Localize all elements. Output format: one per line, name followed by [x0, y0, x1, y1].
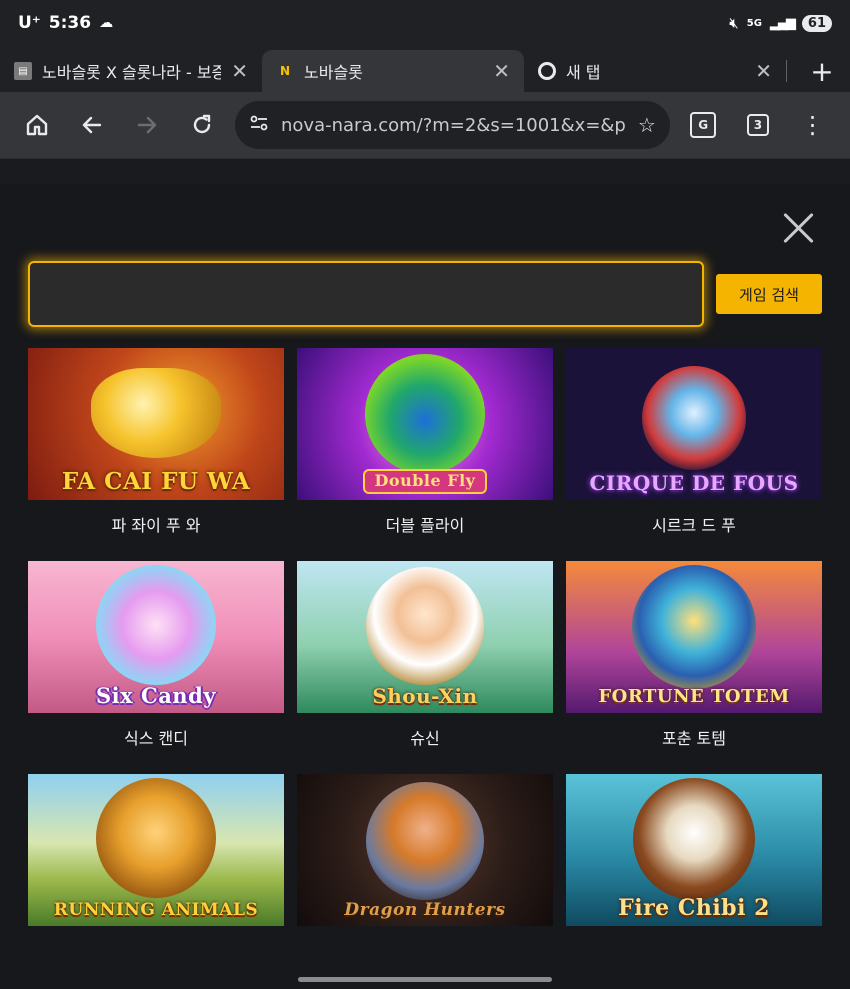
junk-ship-art	[633, 778, 755, 900]
status-right: 🔇︎ 5G ▂▄▆ 61	[729, 14, 832, 32]
slot-machine-icon: ▤	[14, 62, 32, 80]
game-title[interactable]: 시르크 드 푸	[566, 512, 822, 536]
clock: 5:36	[48, 13, 92, 33]
game-logo: CIRQUE DE FOUS	[589, 471, 799, 495]
elder-sage-art	[366, 567, 484, 685]
translate-button[interactable]: G	[676, 97, 731, 153]
mute-icon: 🔇︎	[729, 14, 739, 32]
game-thumbnail[interactable]: CIRQUE DE FOUS	[566, 348, 822, 500]
close-tab-icon[interactable]: ✕	[231, 59, 248, 83]
game-title[interactable]: 식스 캔디	[28, 725, 284, 749]
game-thumbnail[interactable]: FA CAI FU WA	[28, 348, 284, 500]
forward-button[interactable]	[120, 97, 175, 153]
new-tab-button[interactable]: +	[794, 50, 850, 92]
n-logo-icon: N	[279, 64, 291, 78]
game-card[interactable]: FORTUNE TOTEM 포춘 토템	[566, 561, 822, 774]
candy-jar-art	[96, 565, 216, 685]
back-button[interactable]	[65, 97, 120, 153]
game-card[interactable]: Dragon Hunters	[297, 774, 553, 987]
tab-switcher-button[interactable]: 3	[731, 97, 786, 153]
url-text[interactable]: nova-nara.com/?m=2&s=1001&x=&p	[281, 115, 626, 136]
game-card[interactable]: Shou-Xin 슈신	[297, 561, 553, 774]
tab-strip: ▤ 노바슬롯 X 슬롯나라 - 보증 ✕ N 노바슬롯 ✕ 새 탭 ✕ +	[0, 46, 850, 92]
game-card[interactable]: Six Candy 식스 캔디	[28, 561, 284, 774]
game-thumbnail[interactable]: Shou-Xin	[297, 561, 553, 713]
cloud-icon: ☁	[99, 15, 114, 31]
chrome-icon	[538, 62, 556, 80]
lion-art	[96, 778, 216, 898]
page-header-strip	[0, 158, 850, 184]
game-thumbnail[interactable]: Dragon Hunters	[297, 774, 553, 926]
forward-arrow-icon	[137, 116, 157, 134]
page-content: 게임 검색 FA CAI FU WA 파 좌이 푸 와 Double Fly 더…	[0, 158, 850, 989]
game-logo: Shou-Xin	[372, 684, 478, 708]
close-tab-icon[interactable]: ✕	[493, 59, 510, 83]
game-card[interactable]: Fire Chibi 2	[566, 774, 822, 987]
game-thumbnail[interactable]: RUNNING ANIMALS	[28, 774, 284, 926]
translate-icon: G	[690, 112, 717, 138]
tab-title: 새 탭	[566, 63, 601, 82]
menu-button[interactable]: ⋮	[785, 97, 840, 153]
game-search-button[interactable]: 게임 검색	[716, 274, 822, 314]
status-bar: U⁺ 5:36 ☁ 🔇︎ 5G ▂▄▆ 61	[0, 0, 850, 46]
game-thumbnail[interactable]: FORTUNE TOTEM	[566, 561, 822, 713]
game-grid: FA CAI FU WA 파 좌이 푸 와 Double Fly 더블 플라이 …	[28, 348, 822, 987]
tab-novaslot-slotnara[interactable]: ▤ 노바슬롯 X 슬롯나라 - 보증 ✕	[0, 50, 262, 92]
tab-title: 노바슬롯	[304, 63, 363, 82]
game-thumbnail[interactable]: Fire Chibi 2	[566, 774, 822, 926]
signal-icon: ▂▄▆	[769, 15, 796, 31]
close-search-icon[interactable]	[780, 210, 816, 246]
game-title[interactable]: 더블 플라이	[297, 512, 553, 536]
game-card[interactable]: Double Fly 더블 플라이	[297, 348, 553, 561]
game-thumbnail[interactable]: Six Candy	[28, 561, 284, 713]
close-tab-icon[interactable]: ✕	[755, 59, 772, 83]
tab-novaslot[interactable]: N 노바슬롯 ✕	[262, 50, 524, 92]
game-logo: Dragon Hunters	[344, 900, 506, 921]
tab-title: 노바슬롯 X 슬롯나라 - 보증	[42, 63, 222, 82]
back-arrow-icon	[82, 116, 102, 134]
game-thumbnail[interactable]: Double Fly	[297, 348, 553, 500]
reload-icon	[193, 114, 210, 134]
game-title[interactable]: 파 좌이 푸 와	[28, 512, 284, 536]
game-logo: Fire Chibi 2	[618, 894, 770, 921]
tab-separator	[786, 60, 787, 82]
browser-toolbar: nova-nara.com/?m=2&s=1001&x=&p ☆ G 3 ⋮	[0, 92, 850, 158]
game-card[interactable]: FA CAI FU WA 파 좌이 푸 와	[28, 348, 284, 561]
game-search-input[interactable]	[28, 261, 704, 327]
totem-art	[632, 565, 756, 689]
reload-button[interactable]	[174, 97, 229, 153]
more-vert-icon: ⋮	[800, 111, 825, 139]
game-logo: FA CAI FU WA	[61, 467, 251, 495]
tab-count: 3	[746, 114, 769, 136]
game-logo: FORTUNE TOTEM	[598, 686, 790, 708]
game-card[interactable]: RUNNING ANIMALS	[28, 774, 284, 987]
home-icon	[27, 114, 48, 136]
game-logo: RUNNING ANIMALS	[53, 900, 259, 921]
peacock-art	[365, 354, 485, 474]
game-card[interactable]: CIRQUE DE FOUS 시르크 드 푸	[566, 348, 822, 561]
address-bar[interactable]: nova-nara.com/?m=2&s=1001&x=&p ☆	[235, 101, 670, 149]
game-title[interactable]: 슈신	[297, 725, 553, 749]
dwarf-warrior-art	[366, 782, 484, 900]
gesture-home-indicator[interactable]	[298, 977, 552, 982]
network-label: 5G	[746, 17, 762, 29]
home-button[interactable]	[10, 97, 65, 153]
carrier-label: U⁺	[18, 13, 41, 33]
battery-indicator: 61	[801, 14, 832, 32]
clown-art	[642, 366, 746, 470]
tab-new-tab[interactable]: 새 탭 ✕	[524, 50, 786, 92]
site-settings-icon[interactable]	[249, 113, 269, 138]
game-title[interactable]: 포춘 토템	[566, 725, 822, 749]
game-search-row: 게임 검색	[28, 260, 822, 328]
game-logo: Six Candy	[96, 682, 216, 708]
status-left: U⁺ 5:36 ☁	[18, 13, 113, 33]
bookmark-star-icon[interactable]: ☆	[638, 113, 656, 137]
gold-ingot-art	[91, 368, 221, 458]
game-logo: Double Fly	[362, 469, 488, 494]
